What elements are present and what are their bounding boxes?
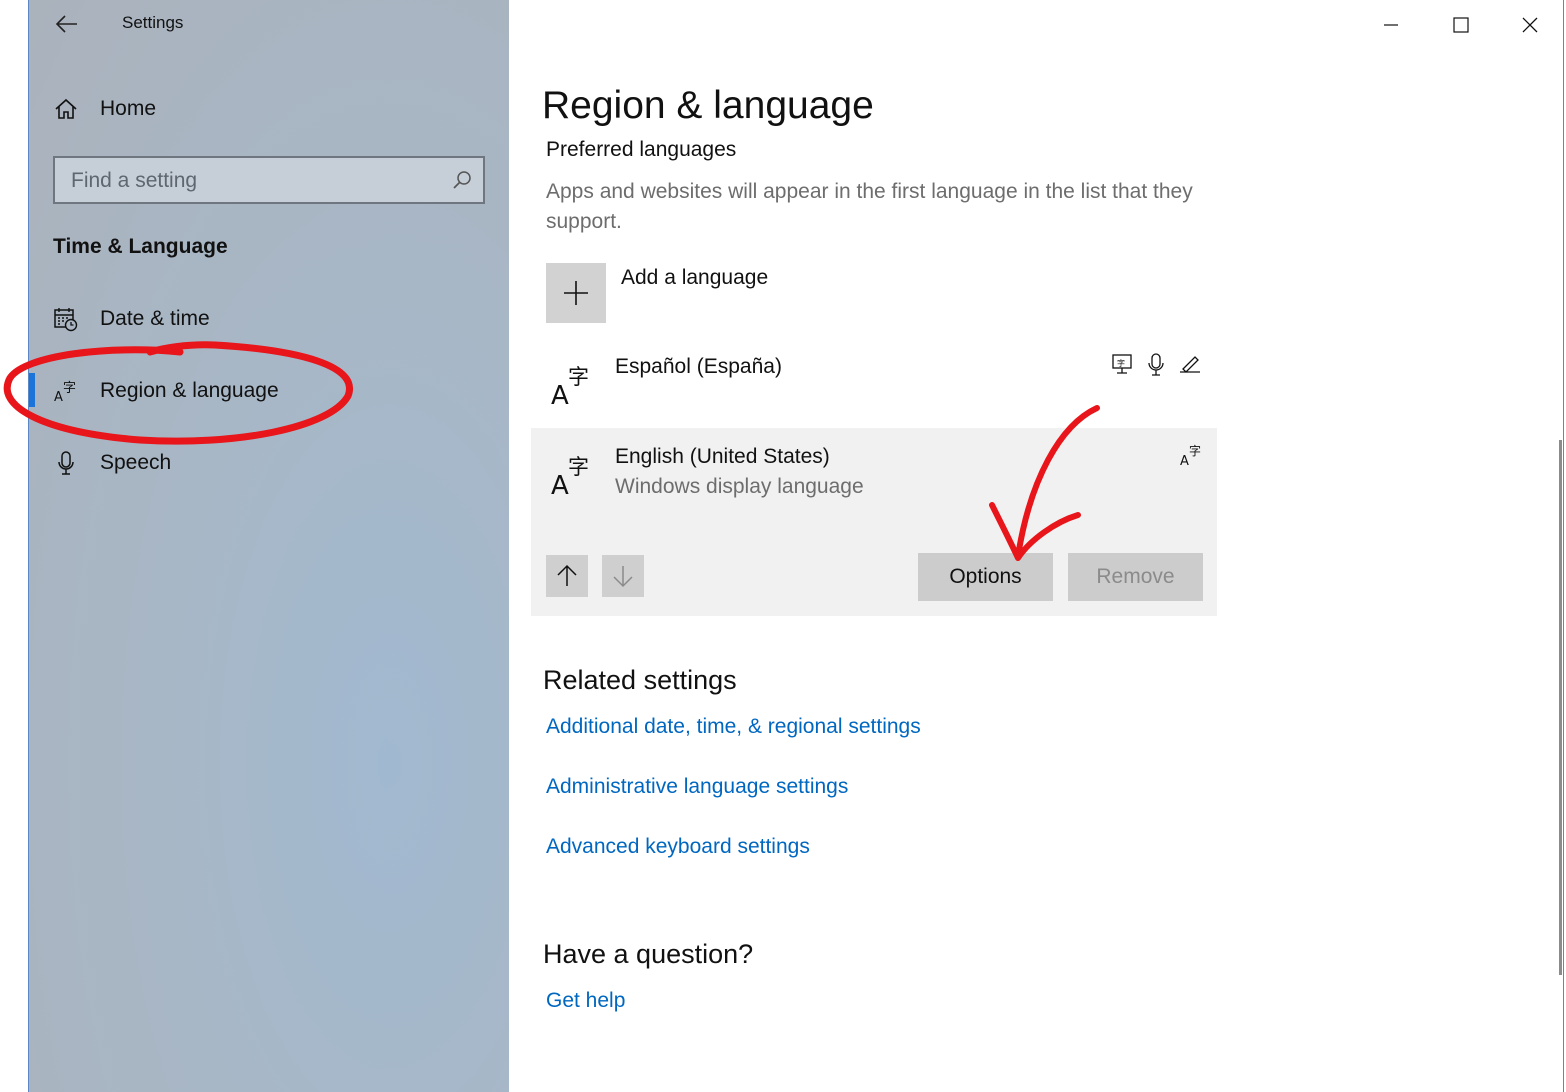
language-icon: A 字 — [551, 455, 589, 498]
svg-text:A: A — [551, 471, 569, 498]
move-down-button[interactable] — [602, 555, 644, 597]
language-subtitle: Windows display language — [615, 475, 864, 498]
calendar-clock-icon — [53, 306, 79, 332]
maximize-button[interactable] — [1427, 0, 1495, 50]
svg-text:字: 字 — [568, 365, 589, 389]
back-button[interactable] — [51, 8, 81, 40]
add-language-button[interactable] — [546, 263, 606, 323]
language-name-spanish[interactable]: Español (España) — [615, 355, 782, 379]
language-name-english: English (United States) — [615, 445, 830, 468]
additional-date-time-link[interactable]: Additional date, time, & regional settin… — [546, 715, 921, 739]
administrative-language-link[interactable]: Administrative language settings — [546, 775, 848, 799]
close-icon — [1522, 17, 1538, 33]
preferred-languages-description: Apps and websites will appear in the fir… — [546, 180, 1193, 233]
maximize-icon — [1453, 17, 1469, 33]
sidebar-item-region-language[interactable]: A字 Region & language — [29, 371, 509, 411]
svg-text:A: A — [551, 381, 569, 408]
language-icon: A字 — [53, 378, 79, 404]
get-help-link[interactable]: Get help — [546, 989, 625, 1013]
question-title: Have a question? — [543, 939, 754, 969]
minimize-icon — [1384, 24, 1398, 26]
display-language-icon: 字 — [1112, 354, 1132, 374]
home-icon — [53, 96, 79, 122]
svg-text:字: 字 — [1117, 358, 1125, 368]
preferred-languages-title: Preferred languages — [546, 138, 737, 161]
svg-text:A: A — [1180, 454, 1189, 468]
sidebar-item-label: Region & language — [100, 379, 279, 402]
microphone-icon — [53, 450, 79, 476]
scrollbar[interactable] — [1559, 440, 1562, 975]
sidebar-section-title: Time & Language — [53, 235, 228, 258]
svg-text:字: 字 — [1189, 443, 1201, 458]
move-up-button[interactable] — [546, 555, 588, 597]
sidebar-item-label: Speech — [100, 451, 172, 474]
speech-icon — [1148, 353, 1164, 376]
remove-button[interactable]: Remove — [1068, 553, 1203, 601]
settings-window: Settings Home Find a setting Time & Lang… — [28, 0, 1564, 1092]
svg-text:字: 字 — [568, 455, 589, 479]
related-settings-title: Related settings — [543, 665, 737, 695]
search-placeholder: Find a setting — [71, 169, 198, 192]
page-title: Region & language — [542, 84, 874, 127]
minimize-button[interactable] — [1357, 0, 1425, 50]
handwriting-icon — [1180, 356, 1200, 373]
svg-text:A: A — [54, 390, 63, 404]
sidebar-item-home[interactable]: Home — [29, 89, 509, 129]
sidebar-item-label: Date & time — [100, 307, 210, 330]
plus-icon — [564, 281, 588, 305]
arrow-down-icon — [613, 566, 633, 588]
search-icon — [451, 169, 473, 191]
svg-text:字: 字 — [63, 381, 76, 396]
search-input[interactable]: Find a setting — [53, 156, 485, 204]
language-pack-icon: A 字 — [1180, 443, 1201, 468]
sidebar-item-label: Home — [100, 97, 157, 120]
window-title: Settings — [122, 13, 184, 32]
options-button[interactable]: Options — [918, 553, 1053, 601]
advanced-keyboard-link[interactable]: Advanced keyboard settings — [546, 835, 810, 859]
sidebar-item-date-time[interactable]: Date & time — [29, 299, 509, 339]
language-icon: A 字 — [551, 365, 589, 408]
back-arrow-icon — [55, 15, 77, 33]
add-language-label[interactable]: Add a language — [621, 266, 768, 290]
arrow-up-icon — [557, 564, 577, 586]
sidebar-item-speech[interactable]: Speech — [29, 443, 509, 483]
sidebar: Settings Home Find a setting Time & Lang… — [29, 0, 509, 1092]
close-button[interactable] — [1496, 0, 1563, 50]
